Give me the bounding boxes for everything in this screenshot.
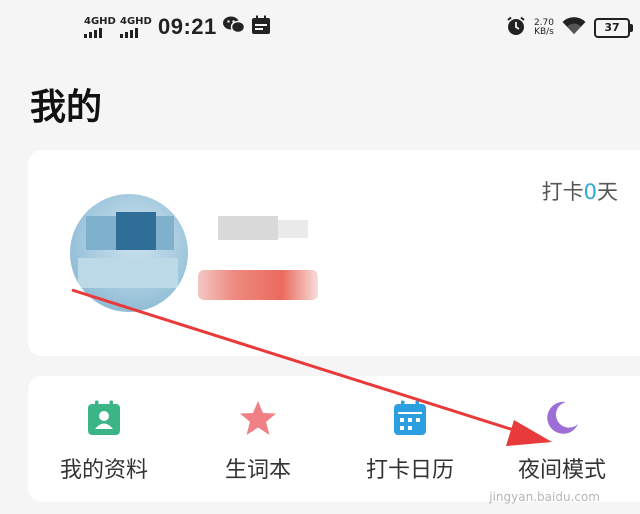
signal-icon bbox=[84, 27, 102, 38]
member-badge-blurred[interactable] bbox=[198, 270, 318, 300]
network-speed-unit: KB/s bbox=[534, 27, 554, 37]
page-title: 我的 bbox=[30, 87, 103, 128]
network-speed: 2.70 KB/s bbox=[534, 19, 554, 37]
profile-card-icon bbox=[84, 398, 124, 438]
star-icon bbox=[238, 398, 278, 438]
menu-item-night-mode[interactable]: 夜间模式 bbox=[492, 398, 632, 484]
calendar-icon bbox=[390, 398, 430, 438]
status-bar-right: 2.70 KB/s 37 bbox=[506, 16, 633, 40]
status-time: 09:21 bbox=[158, 14, 217, 39]
moon-icon bbox=[542, 398, 582, 438]
menu-item-my-profile[interactable]: 我的资料 bbox=[34, 398, 174, 484]
checkin-days: 0 bbox=[583, 180, 597, 204]
battery-icon: 37 bbox=[594, 18, 633, 38]
watermark: jingyan.baidu.com bbox=[489, 490, 600, 504]
menu-label-night-mode: 夜间模式 bbox=[517, 458, 606, 483]
menu-card: 我的资料 生词本 打卡日历 夜间模式 bbox=[28, 376, 640, 502]
menu-item-vocabulary[interactable]: 生词本 bbox=[188, 398, 328, 484]
menu-label-vocabulary: 生词本 bbox=[224, 458, 291, 483]
status-bar-left: 4GHD 4GHD 09:21 bbox=[84, 14, 271, 40]
checkin-counter[interactable]: 打卡0天 bbox=[542, 176, 618, 206]
wifi-icon bbox=[562, 17, 586, 39]
menu-item-checkin-calendar[interactable]: 打卡日历 bbox=[340, 398, 480, 484]
checkin-prefix: 打卡 bbox=[541, 180, 584, 204]
alarm-icon bbox=[506, 16, 526, 40]
signal-sim1: 4GHD bbox=[84, 15, 116, 38]
username-blurred bbox=[218, 216, 278, 240]
checkin-suffix: 天 bbox=[597, 180, 618, 204]
sim1-label: 4GHD bbox=[84, 15, 116, 27]
menu-label-my-profile: 我的资料 bbox=[59, 458, 148, 483]
profile-card[interactable]: 打卡0天 bbox=[28, 150, 640, 356]
sim2-label: 4GHD bbox=[120, 15, 152, 27]
signal-sim2: 4GHD bbox=[120, 15, 152, 38]
status-bar: 4GHD 4GHD 09:21 2.70 KB/s 37 bbox=[0, 0, 640, 58]
avatar-icon[interactable] bbox=[70, 194, 188, 312]
username-blurred-tail bbox=[278, 220, 308, 238]
menu-label-checkin-calendar: 打卡日历 bbox=[365, 458, 454, 483]
signal-icon bbox=[120, 27, 138, 38]
wechat-icon bbox=[222, 15, 246, 39]
calendar-notification-icon bbox=[251, 15, 271, 39]
